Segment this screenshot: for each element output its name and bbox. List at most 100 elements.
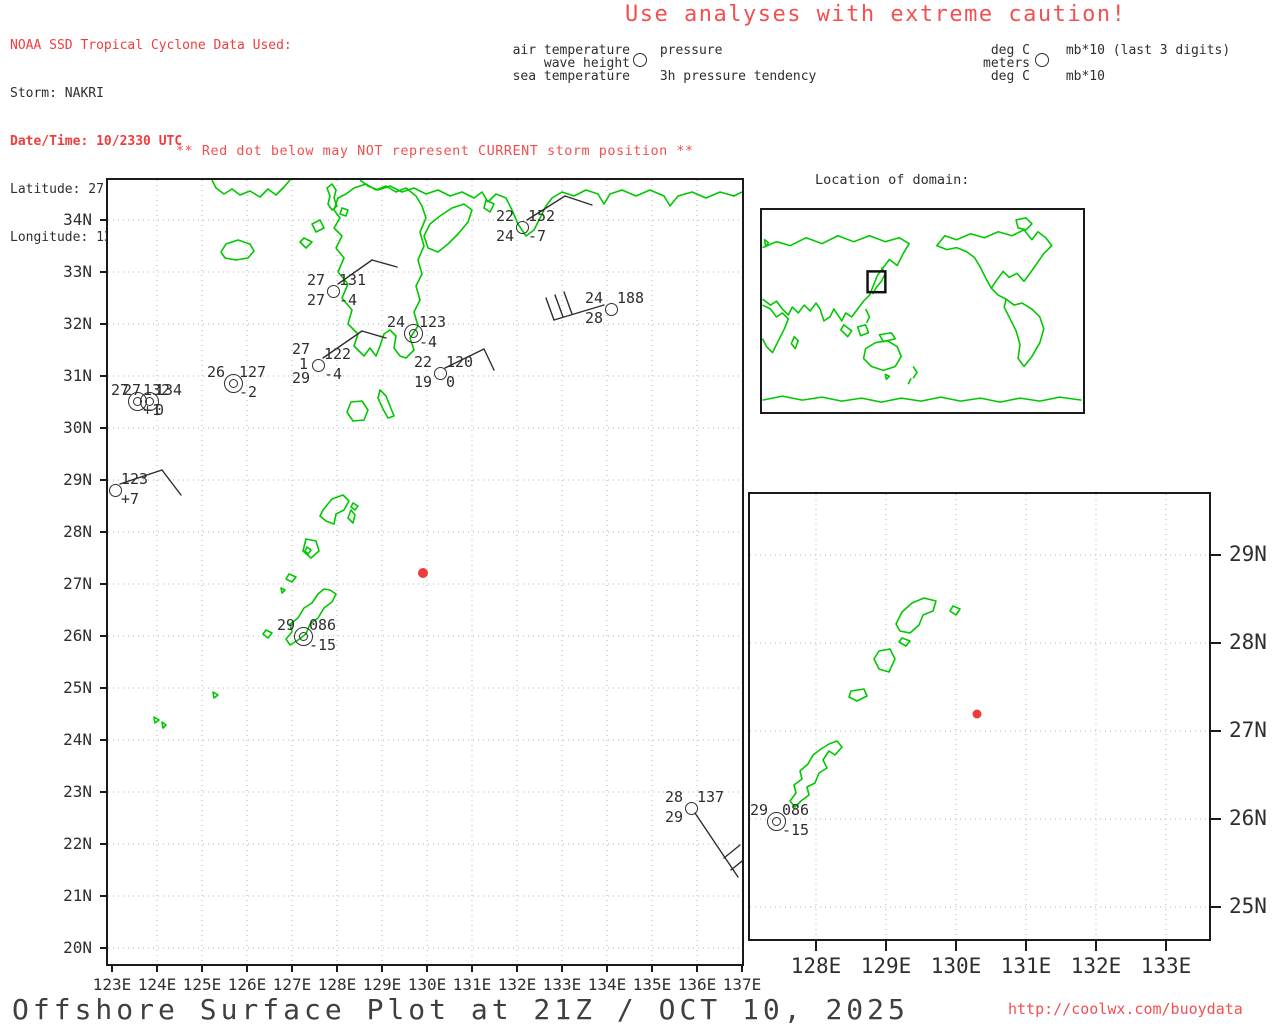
- station-circle-icon: [108, 483, 122, 497]
- world-coastline: [762, 234, 910, 322]
- obs-value-br: +7: [121, 490, 140, 508]
- obs-value-tl: 29: [276, 616, 295, 634]
- lat-axis-label: 29N: [1229, 541, 1267, 566]
- world-coastline: [862, 339, 903, 372]
- lon-axis-label: 133E: [1140, 954, 1192, 978]
- lat-tick-mark: [100, 427, 108, 429]
- obs-value-tr: 131: [339, 271, 367, 289]
- coastline: [423, 203, 473, 253]
- main-surface-map: 22 152 24 -7 24 188 28 27 131 27 -4 24 123 -4 27 122 1 29…: [63, 178, 761, 994]
- inset-title: Location of domain:: [815, 172, 970, 188]
- world-coastline: [790, 335, 800, 350]
- station-circle-icon: [433, 366, 447, 380]
- obs-value-tl: 22: [413, 353, 432, 371]
- lat-tick-mark: [100, 531, 108, 533]
- legend-mb10-bottom: mb*10: [1065, 69, 1105, 84]
- obs-value-tr: 122: [324, 345, 352, 363]
- coastline: [299, 237, 313, 249]
- obs-value-bl: 29: [291, 369, 310, 387]
- world-coastline: [936, 229, 1053, 290]
- lat-axis-label: 33N: [63, 262, 92, 282]
- obs-value-bl: 29: [664, 808, 683, 826]
- world-coastline: [1015, 217, 1033, 231]
- buoy-inner-circle-icon: [298, 631, 308, 641]
- world-coastline: [762, 395, 1082, 403]
- coastline: [311, 219, 325, 233]
- obs-value-tr: 188: [617, 289, 645, 307]
- obs-value-br: -4: [419, 333, 438, 351]
- lat-tick-mark: [100, 219, 108, 221]
- lat-axis-label: 20N: [63, 938, 92, 958]
- obs-value-tl: 27: [122, 381, 141, 399]
- lon-axis-label: 132E: [1070, 954, 1122, 978]
- lat-axis-label: 32N: [63, 314, 92, 334]
- world-coastline: [907, 366, 918, 385]
- coastline: [895, 597, 937, 634]
- lat-axis-label: 26N: [63, 626, 92, 646]
- lon-tick-mark: [1025, 939, 1027, 951]
- lat-tick-mark: [100, 323, 108, 325]
- world-coastline: [1003, 298, 1045, 368]
- station-circle-icon: [604, 302, 618, 316]
- lon-tick-mark: [955, 939, 957, 951]
- lat-tick-mark: [100, 479, 108, 481]
- coastline: [873, 648, 896, 673]
- coastline: [949, 605, 961, 616]
- units-legend: deg C mb*10 (last 3 digits) meters deg C…: [955, 44, 1230, 83]
- obs-value-bl: 27: [306, 291, 325, 309]
- obs-value-br: -2: [239, 383, 258, 401]
- lon-axis-label: 128E: [790, 954, 842, 978]
- obs-value-tr: 152: [528, 207, 556, 225]
- obs-value-bl: 19: [413, 373, 432, 391]
- obs-value-tl: 29: [749, 801, 768, 819]
- obs-value-tl: 24: [584, 289, 603, 307]
- lat-tick-mark: [100, 739, 108, 741]
- station-circle-icon: [311, 358, 325, 372]
- station-circle-icon: [1035, 53, 1049, 67]
- buoy-inner-circle-icon: [144, 396, 154, 406]
- lon-tick-mark: [815, 939, 817, 951]
- wind-barb: [371, 259, 398, 268]
- obs-value-tr: 123: [121, 470, 149, 488]
- lon-tick-mark: [156, 964, 158, 972]
- legend-degc-bottom: deg C: [990, 69, 1030, 84]
- lat-axis-label: 27N: [1229, 717, 1267, 742]
- wind-barb: [723, 844, 741, 859]
- lat-tick-mark: [1209, 906, 1221, 908]
- coastline: [262, 629, 273, 639]
- obs-value-br: 0: [446, 373, 456, 391]
- coastline: [346, 400, 369, 422]
- obs-value-tr: 120: [446, 353, 474, 371]
- buoy-inner-circle-icon: [228, 378, 238, 388]
- lon-tick-mark: [651, 964, 653, 972]
- domain-rectangle: [866, 270, 887, 294]
- obs-value-tr: 134: [155, 381, 183, 399]
- legend-mb10-top: mb*10 (last 3 digits): [1065, 43, 1231, 58]
- plot-title: Offshore Surface Plot at 21Z / OCT 10, 2…: [12, 993, 909, 1026]
- legend-pressure: pressure: [659, 43, 723, 58]
- legend-pressure-tendency: 3h pressure tendency: [659, 69, 817, 84]
- world-coastline: [840, 324, 853, 338]
- lat-axis-label: 21N: [63, 886, 92, 906]
- zoom-surface-map: 29 086 -15 29N 28N 27N 26N 25N 128E 129E 130E 131E 1…: [748, 492, 1267, 978]
- lon-tick-mark: [426, 964, 428, 972]
- lon-tick-mark: [741, 964, 743, 972]
- obs-value-bl: 24: [495, 227, 514, 245]
- coastline: [347, 509, 356, 524]
- obs-value-tr: 086: [782, 801, 810, 819]
- lat-axis-label: 34N: [63, 210, 92, 230]
- lon-axis-label: 130E: [930, 954, 982, 978]
- coastline: [220, 239, 255, 261]
- lat-tick-mark: [100, 375, 108, 377]
- lon-tick-mark: [1095, 939, 1097, 951]
- lat-axis-label: 29N: [63, 470, 92, 490]
- lon-tick-mark: [471, 964, 473, 972]
- lon-tick-mark: [516, 964, 518, 972]
- buoydata-link[interactable]: http://coolwx.com/buoydata: [1008, 1000, 1243, 1018]
- lon-tick-mark: [201, 964, 203, 972]
- station-plot-legend: air temperature pressure wave height sea…: [500, 43, 817, 84]
- storm-name-line: Storm: NAKRI: [10, 86, 104, 101]
- lat-axis-label: 30N: [63, 418, 92, 438]
- obs-value-tl: 27: [306, 271, 325, 289]
- obs-value-tr: 086: [309, 616, 337, 634]
